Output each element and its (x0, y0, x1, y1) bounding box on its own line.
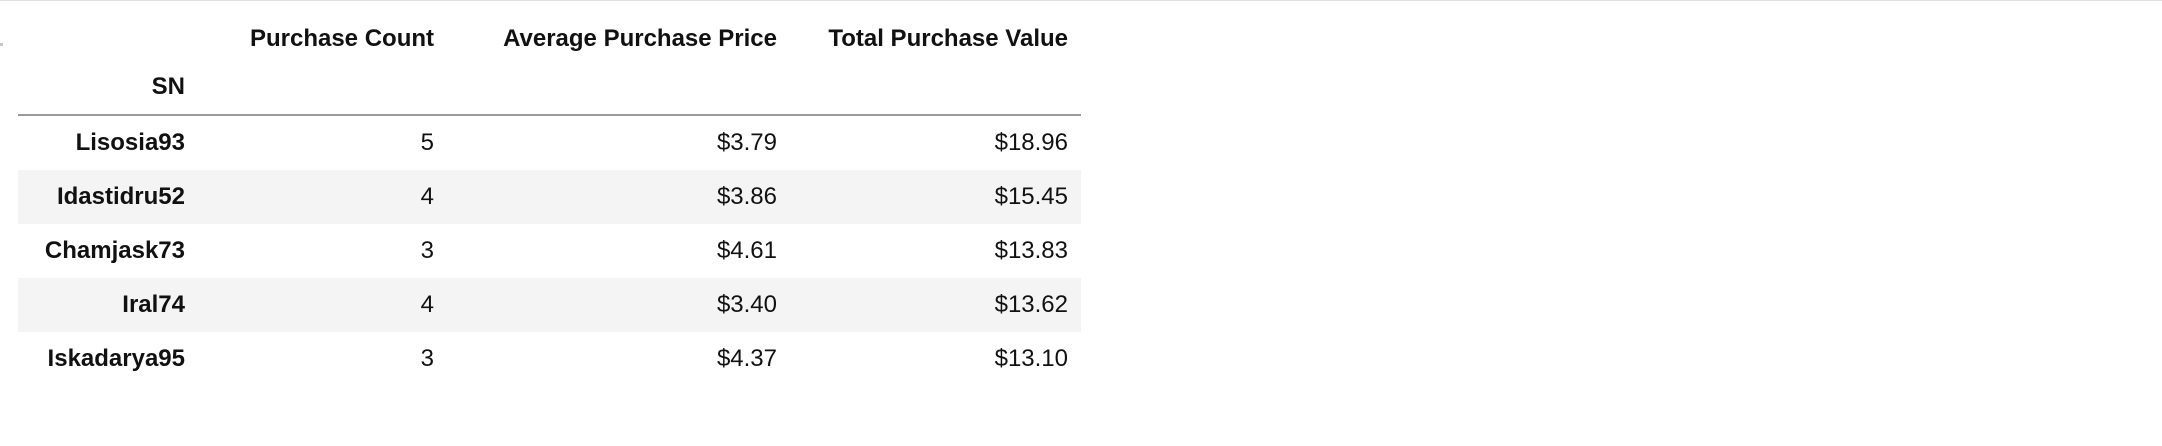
top-divider (0, 0, 2162, 1)
row-index-sn: Iskadarya95 (47, 345, 185, 372)
cell-total-purchase-value: $13.10 (994, 345, 1068, 372)
row-index-sn: Iral74 (122, 291, 185, 318)
cell-total-purchase-value: $15.45 (994, 183, 1068, 210)
corner-cell (18, 18, 198, 60)
table-row: Iskadarya95 3 $4.37 $13.10 (18, 332, 1081, 386)
cell-total-purchase-value: $13.62 (994, 291, 1068, 318)
cell-purchase-count: 3 (420, 237, 434, 264)
table-row: Iral74 4 $3.40 $13.62 (18, 278, 1081, 332)
table-row: Idastidru52 4 $3.86 $15.45 (18, 170, 1081, 224)
column-header-total-purchase-value: Total Purchase Value (828, 25, 1068, 52)
index-name-header: SN (18, 60, 198, 116)
dataframe-table: Purchase Count Average Purchase Price To… (18, 18, 1081, 386)
column-header-average-purchase-price: Average Purchase Price (503, 25, 777, 52)
table-row: Chamjask73 3 $4.61 $13.83 (18, 224, 1081, 278)
cell-average-purchase-price: $4.61 (716, 237, 777, 264)
table-body: Lisosia93 5 $3.79 $18.96 Idastidru52 4 $… (18, 115, 1081, 386)
cell-total-purchase-value: $13.83 (994, 237, 1068, 264)
row-index-sn: Idastidru52 (56, 183, 185, 210)
row-index-sn: Lisosia93 (75, 129, 185, 156)
column-header-purchase-count: Purchase Count (249, 25, 434, 52)
dataframe-output: Purchase Count Average Purchase Price To… (18, 18, 1081, 386)
cell-purchase-count: 5 (420, 129, 434, 156)
cell-edge-marker (0, 43, 3, 46)
row-index-sn: Chamjask73 (44, 237, 185, 264)
cell-total-purchase-value: $18.96 (994, 129, 1068, 156)
empty-header-cell (447, 60, 790, 116)
cell-average-purchase-price: $3.40 (716, 291, 777, 318)
index-header-row: SN (18, 60, 1081, 116)
cell-purchase-count: 4 (420, 291, 434, 318)
cell-average-purchase-price: $4.37 (716, 345, 777, 372)
cell-average-purchase-price: $3.79 (716, 129, 777, 156)
cell-average-purchase-price: $3.86 (716, 183, 777, 210)
column-header-row: Purchase Count Average Purchase Price To… (18, 18, 1081, 60)
empty-header-cell (790, 60, 1081, 116)
cell-purchase-count: 3 (420, 345, 434, 372)
table-row: Lisosia93 5 $3.79 $18.96 (18, 115, 1081, 170)
cell-purchase-count: 4 (420, 183, 434, 210)
table-header: Purchase Count Average Purchase Price To… (18, 18, 1081, 116)
empty-header-cell (198, 60, 447, 116)
